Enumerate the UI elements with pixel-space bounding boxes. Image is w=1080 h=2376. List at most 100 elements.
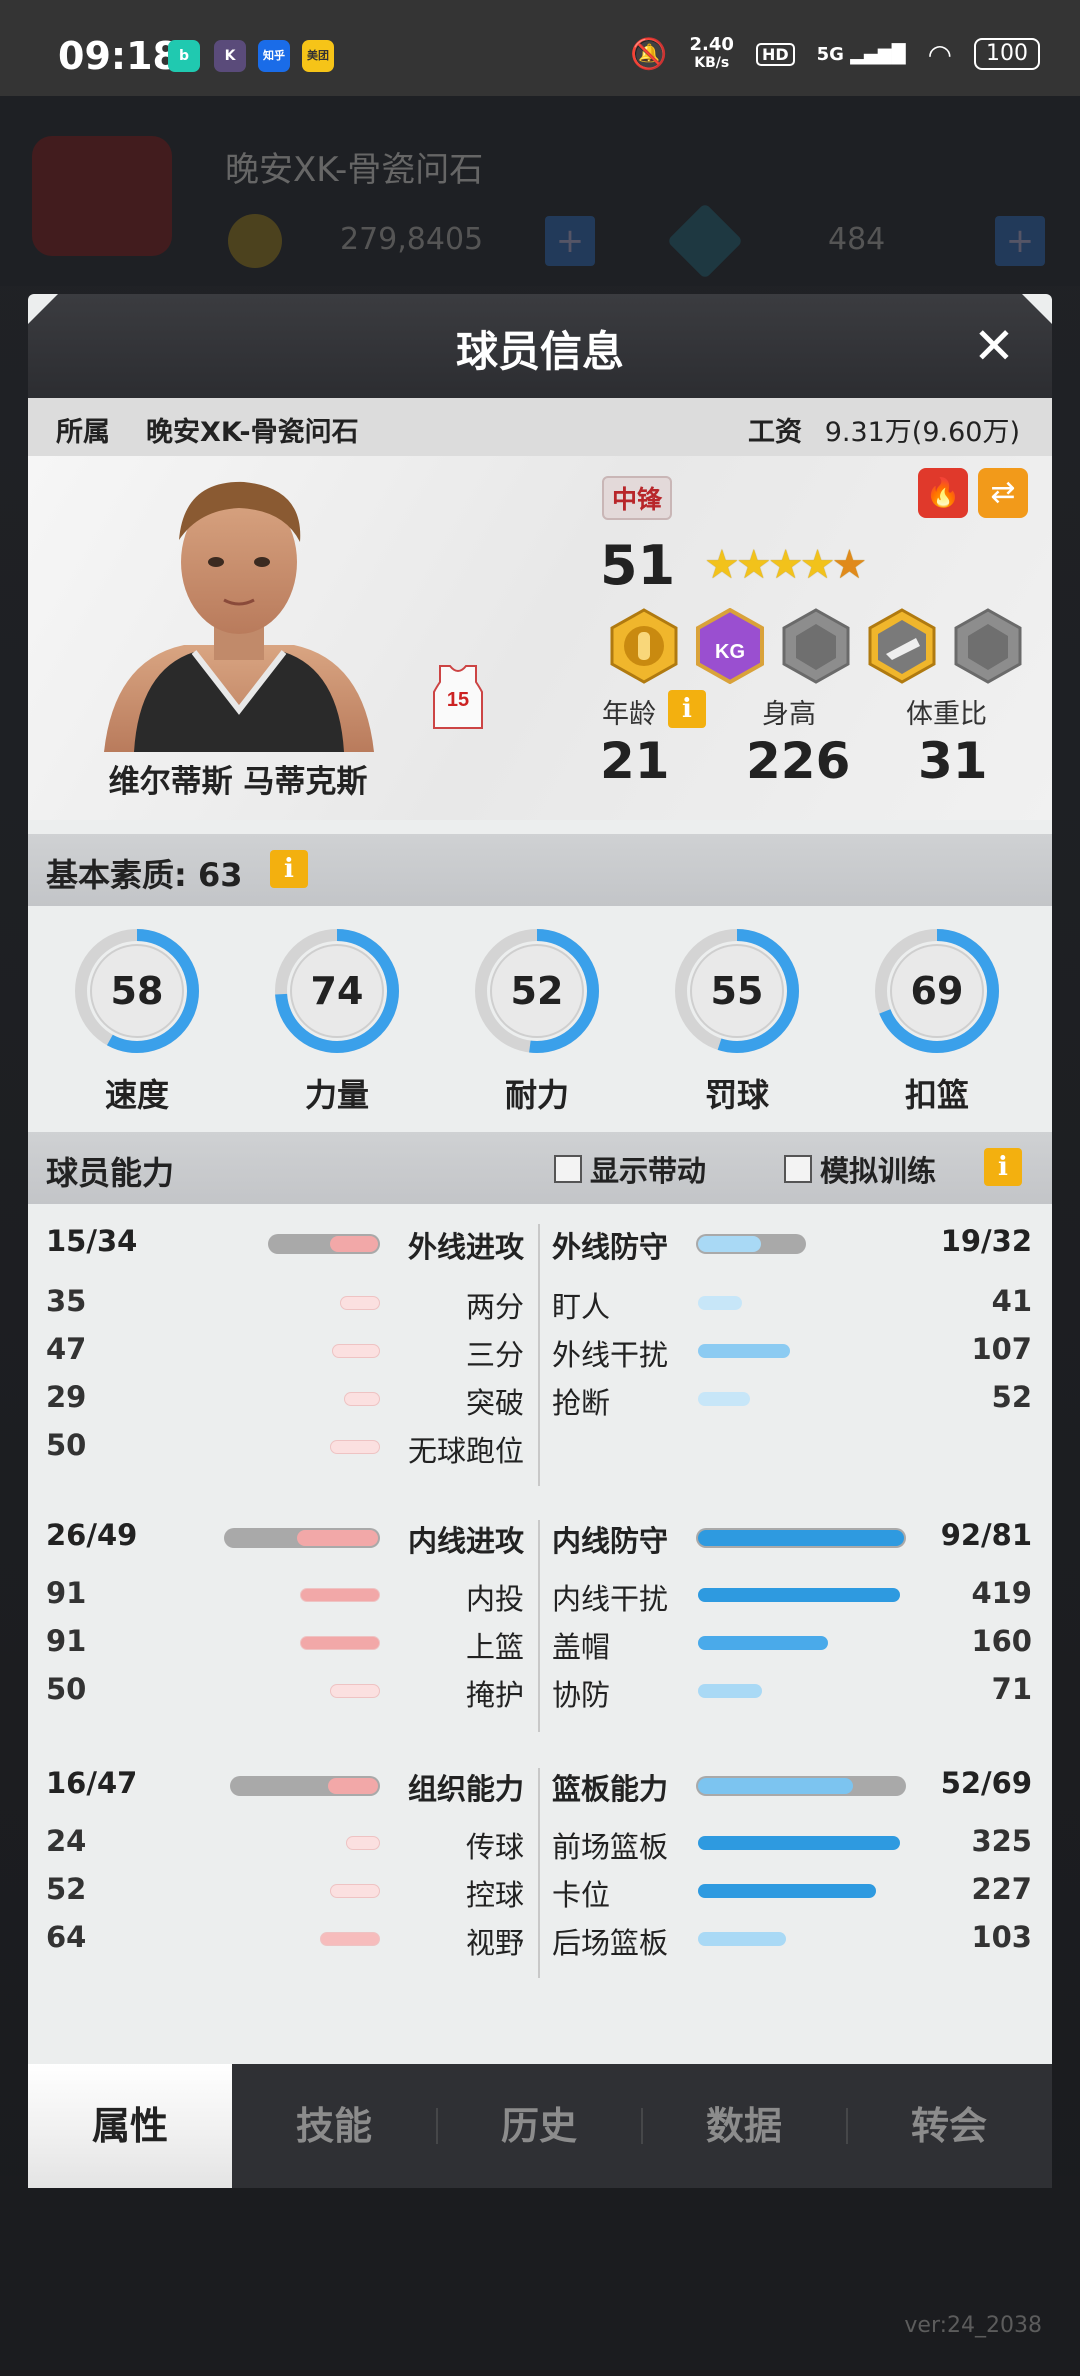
gauge-label: 力量: [304, 1076, 369, 1114]
gem-icon: [666, 202, 744, 280]
stat-row: 24 传球 前场篮板 325: [28, 1818, 1052, 1864]
tab-transfer[interactable]: 转会: [847, 2064, 1051, 2188]
stat-left-name: 视野: [465, 1926, 524, 1960]
gauge-value: 69: [911, 969, 964, 1013]
star-rating: ★★★★★: [704, 542, 867, 588]
category-left-score: 15/34: [46, 1224, 138, 1258]
stat-left-name: 掩护: [465, 1678, 524, 1712]
status-bar: 09:18 b K 知乎 美团 🔕 2.40 KB/s HD 5G ▂▄▆█ ◠…: [0, 0, 1080, 96]
mute-bell-icon: 🔕: [630, 36, 668, 72]
swap-icon[interactable]: ⇄: [978, 468, 1028, 518]
category-left-name: 内线进攻: [407, 1524, 524, 1558]
stat-right-bar: [698, 1932, 786, 1946]
show-boost-label[interactable]: 显示带动: [590, 1148, 706, 1190]
abilities-info-icon[interactable]: i: [984, 1148, 1022, 1186]
stat-right-value: 52: [991, 1380, 1032, 1414]
stat-gauge: 52: [475, 929, 599, 1053]
stat-right-bar: [698, 1836, 900, 1850]
stat-row: 47 三分 外线干扰 107: [28, 1326, 1052, 1372]
fire-icon[interactable]: 🔥: [918, 468, 968, 518]
sim-training-label[interactable]: 模拟训练: [820, 1148, 936, 1190]
hd-icon: HD: [755, 42, 795, 66]
stat-left-bar: [300, 1636, 380, 1650]
modal-title: 球员信息: [455, 327, 624, 376]
stat-left-name: 三分: [465, 1338, 524, 1372]
sim-training-checkbox[interactable]: [784, 1155, 812, 1183]
stat-gauge: 58: [75, 929, 199, 1053]
stat-row: 50 掩护 协防 71: [28, 1666, 1052, 1712]
show-boost-checkbox[interactable]: [554, 1155, 582, 1183]
base-stats-info-icon[interactable]: i: [270, 850, 308, 888]
stat-left-bar: [340, 1296, 380, 1310]
stat-right-value: 71: [991, 1672, 1032, 1706]
status-time: 09:18: [58, 34, 179, 78]
tab-history[interactable]: 历史: [437, 2064, 641, 2188]
stat-left-bar: [344, 1392, 380, 1406]
battery-icon: 100: [974, 38, 1040, 70]
base-stats-header: 基本素质: 63 i: [28, 834, 1052, 906]
stat-right-bar: [698, 1296, 742, 1310]
background-team-name: 晚安XK-骨瓷问石: [225, 150, 484, 190]
stat-left-value: 52: [46, 1872, 87, 1906]
height-label: 身高: [762, 699, 816, 730]
stat-row: 64 视野 后场篮板 103: [28, 1914, 1052, 1960]
stat-right-name: 卡位: [552, 1878, 611, 1912]
stat-right-name: 协防: [552, 1678, 611, 1712]
stat-right-name: 外线干扰: [552, 1338, 669, 1372]
stat-left-bar: [330, 1440, 380, 1454]
close-button[interactable]: ✕: [964, 316, 1024, 376]
stat-right-name: 盯人: [552, 1290, 611, 1324]
stat-left-bar: [320, 1932, 380, 1946]
tab-data[interactable]: 数据: [642, 2064, 846, 2188]
base-stats-title: 基本素质: 63: [46, 856, 243, 894]
stat-right-bar: [698, 1636, 828, 1650]
shoe-badge-icon[interactable]: [866, 608, 938, 684]
gauge-label: 扣篮: [904, 1076, 969, 1114]
locked-badge-icon[interactable]: [952, 608, 1024, 684]
stat-row: 52 控球 卡位 227: [28, 1866, 1052, 1912]
age-info-icon[interactable]: i: [668, 690, 706, 728]
stat-right-bar: [698, 1344, 790, 1358]
age-value: 21: [600, 732, 670, 790]
coin-icon: [228, 214, 282, 268]
svg-text:KG: KG: [715, 641, 745, 663]
star-icon: ★: [735, 542, 772, 588]
star-icon: ★: [704, 542, 740, 588]
category-left-name: 外线进攻: [407, 1230, 524, 1264]
abilities-title: 球员能力: [46, 1154, 175, 1192]
stat-right-value: 160: [971, 1624, 1032, 1658]
stat-left-value: 91: [46, 1624, 87, 1658]
hand-badge-icon[interactable]: [608, 608, 680, 684]
stat-left-value: 35: [46, 1284, 87, 1318]
gauge-label: 速度: [104, 1076, 169, 1114]
stat-right-bar: [698, 1684, 762, 1698]
stat-left-value: 24: [46, 1824, 87, 1858]
jersey-icon: 15: [433, 665, 483, 729]
stat-gauge: 55: [675, 929, 799, 1053]
stat-gauge: 69: [875, 929, 999, 1053]
stat-left-bar: [330, 1884, 380, 1898]
category-right-score: 19/32: [940, 1224, 1032, 1258]
stat-left-value: 64: [46, 1920, 87, 1954]
stat-left-bar: [330, 1684, 380, 1698]
player-name: 维尔蒂斯 马蒂克斯: [108, 764, 368, 800]
tab-skills[interactable]: 技能: [232, 2064, 436, 2188]
team-logo: [32, 136, 172, 256]
stat-row: 35 两分 盯人 41: [28, 1278, 1052, 1324]
kg-badge-icon[interactable]: KG: [694, 608, 766, 684]
stat-row: 91 内投 内线干扰 419: [28, 1570, 1052, 1616]
category-right-fill: [698, 1530, 904, 1546]
network-type: 5G: [816, 43, 844, 65]
app-meituan-icon: 美团: [302, 40, 334, 72]
gauge-value: 74: [311, 969, 364, 1013]
network-rate: 2.40 KB/s: [690, 36, 734, 72]
jersey-number: 15: [447, 689, 469, 711]
stat-right-name: 内线干扰: [552, 1582, 669, 1616]
tab-attributes[interactable]: 属性: [28, 2064, 232, 2188]
stat-right-value: 41: [991, 1284, 1032, 1318]
background-header: 晚安XK-骨瓷问石 279,8405 + 484 +: [0, 96, 1080, 286]
locked-badge-icon[interactable]: [780, 608, 852, 684]
stat-left-name: 无球跑位: [407, 1434, 524, 1468]
star-icon: ★: [767, 542, 804, 588]
net-rate-value: 2.40: [689, 34, 734, 55]
